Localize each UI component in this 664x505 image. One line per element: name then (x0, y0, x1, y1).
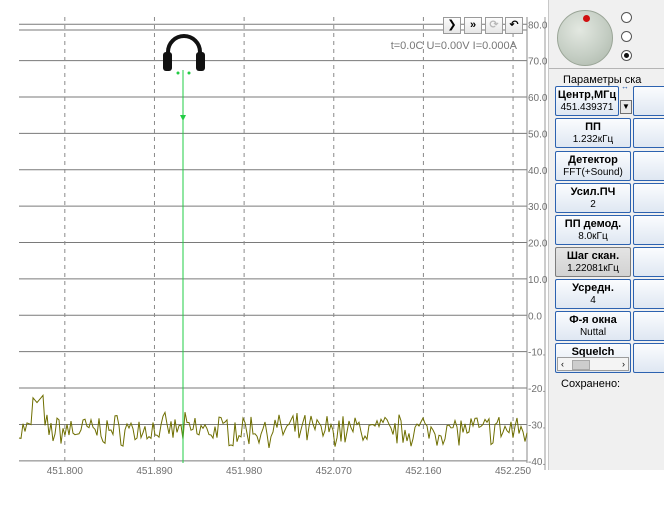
demod-bw-label: ПП демод. (564, 218, 622, 230)
if-gain-button[interactable]: Усил.ПЧ 2 (555, 183, 631, 213)
db-tick-label: 40.0 (528, 166, 548, 177)
freq-tick-label: 451.980 (226, 466, 263, 477)
averaging-side-button[interactable] (633, 279, 664, 309)
panel-bottom-blank (548, 470, 664, 505)
db-tick-label: 50.0 (528, 129, 548, 140)
window-side-button[interactable] (633, 311, 664, 341)
detector-value: FFT(+Sound) (563, 167, 623, 178)
mode-radio-2[interactable] (621, 31, 632, 42)
bandwidth-button[interactable]: ПП 1.232кГц (555, 118, 631, 148)
scan-parameters-panel: Параметры ска ↔ Центр,МГц 451.439371 ПП 1.2… (548, 0, 664, 470)
detector-side-button[interactable] (633, 151, 664, 181)
db-tick-label: 80.0 (528, 20, 548, 31)
demod-bw-button[interactable]: ПП демод. 8.0кГц (555, 215, 631, 245)
if-gain-side-button[interactable] (633, 183, 664, 213)
panel-divider (549, 68, 664, 69)
freq-tick-label: 451.800 (47, 466, 84, 477)
center-button[interactable]: Центр,МГц 451.439371 (555, 86, 619, 116)
demod-bw-value: 8.0кГц (578, 231, 608, 242)
db-tick-label: 0.0 (528, 311, 542, 322)
if-gain-value: 2 (590, 199, 596, 210)
bandwidth-value: 1.232кГц (572, 134, 614, 145)
averaging-value: 4 (590, 295, 596, 306)
detector-button[interactable]: Детектор FFT(+Sound) (555, 151, 631, 181)
squelch-side-button[interactable] (633, 343, 664, 373)
detector-label: Детектор (568, 154, 618, 166)
bandwidth-side-button[interactable] (633, 118, 664, 148)
db-tick-label: 70.0 (528, 57, 548, 68)
db-tick-label: 30.0 (528, 202, 548, 213)
knob-indicator-icon (583, 15, 590, 22)
scan-step-label: Шаг скан. (566, 250, 620, 262)
scroll-right-icon[interactable]: › (622, 358, 625, 370)
squelch-scrollbar[interactable]: ‹ › (557, 357, 629, 371)
freq-tick-label: 452.160 (405, 466, 442, 477)
freq-tick-label: 451.890 (136, 466, 173, 477)
tuning-knob[interactable] (557, 10, 613, 66)
averaging-button[interactable]: Усредн. 4 (555, 279, 631, 309)
db-tick-label: 10.0 (528, 275, 548, 286)
mode-radio-1[interactable] (621, 12, 632, 23)
center-value: 451.439371 (560, 102, 614, 113)
scan-step-button[interactable]: Шаг скан. 1.22081кГц (555, 247, 631, 277)
db-tick-label: -30. (528, 420, 545, 431)
db-tick-label: 20.0 (528, 239, 548, 250)
window-label: Ф-я окна (569, 314, 617, 326)
freq-tick-label: 452.250 (495, 466, 532, 477)
if-gain-label: Усил.ПЧ (570, 186, 616, 198)
scan-params-label: Параметры ска (563, 74, 642, 86)
status-readout: t=0.0C U=0.00V I=0.000A (391, 40, 518, 52)
db-tick-label: -10. (528, 348, 545, 359)
saved-label: Сохранено: (561, 378, 621, 390)
spectrum-background (0, 0, 548, 480)
demod-bw-side-button[interactable] (633, 215, 664, 245)
refresh-icon[interactable]: ⟳ (485, 17, 503, 34)
bandwidth-label: ПП (585, 121, 601, 133)
freq-tick-label: 452.070 (316, 466, 353, 477)
center-dropdown-button[interactable]: ▼ (620, 100, 632, 114)
center-label: Центр,МГц (557, 89, 617, 101)
scan-step-value: 1.22081кГц (567, 263, 619, 274)
fast-forward-icon[interactable]: » (464, 17, 482, 34)
scroll-left-icon[interactable]: ‹ (561, 358, 564, 370)
window-button[interactable]: Ф-я окна Nuttal (555, 311, 631, 341)
center-arrows-icon[interactable]: ↔ (621, 83, 629, 91)
mode-radio-3[interactable] (621, 50, 632, 61)
play-icon[interactable]: ❯ (443, 17, 461, 34)
db-tick-label: 60.0 (528, 93, 548, 104)
db-tick-label: -20. (528, 384, 545, 395)
window-value: Nuttal (579, 327, 607, 338)
undo-icon[interactable]: ↶ (505, 17, 523, 34)
scan-step-side-button[interactable] (633, 247, 664, 277)
spectrum-plot[interactable]: 80.0 70.0 60.0 50.0 40.0 30.0 20.0 10.0 0.0 -10. -… (0, 0, 548, 480)
scroll-thumb[interactable] (572, 360, 590, 370)
center-side-button[interactable] (633, 86, 664, 116)
averaging-label: Усредн. (572, 282, 614, 294)
